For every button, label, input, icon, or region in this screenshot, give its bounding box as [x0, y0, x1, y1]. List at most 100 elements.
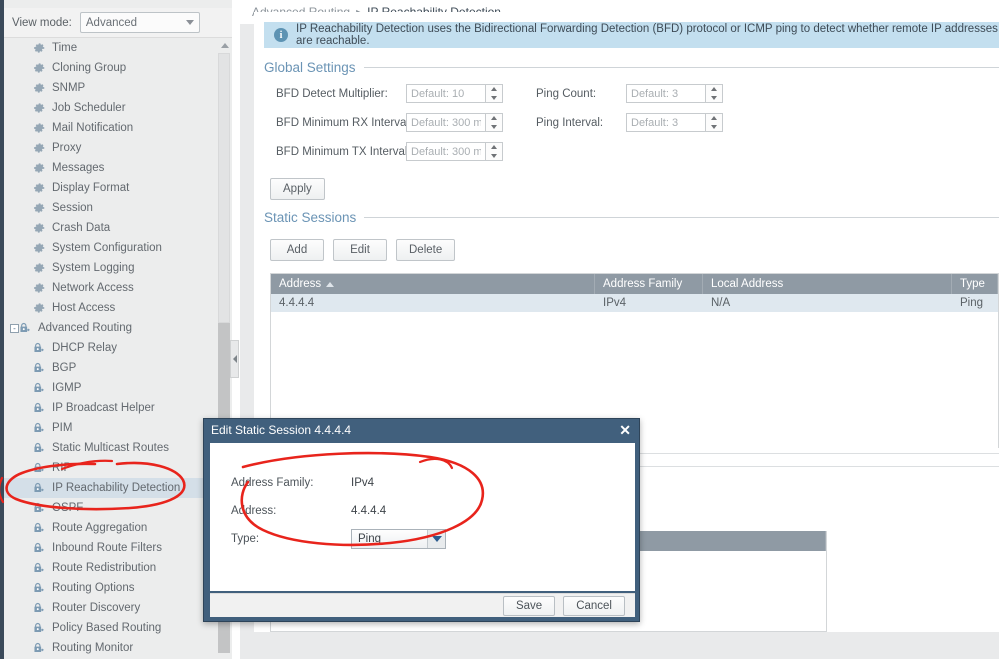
column-header-address[interactable]: Address: [271, 274, 595, 294]
gear-icon: [32, 301, 46, 315]
type-select-value: Ping: [358, 533, 382, 545]
sidebar-item-route-redistribution[interactable]: Route Redistribution: [4, 558, 218, 578]
bfd-min-rx-interval-input[interactable]: [407, 114, 485, 131]
gear-icon: [32, 121, 46, 135]
sidebar-scrollbar-thumb[interactable]: [218, 53, 230, 323]
sidebar-item-advanced-routing[interactable]: - Advanced Routing: [4, 318, 218, 338]
sidebar-item-crash-data[interactable]: Crash Data: [4, 218, 218, 238]
sidebar-item-ip-broadcast-helper[interactable]: IP Broadcast Helper: [4, 398, 218, 418]
sidebar-item-mail-notification[interactable]: Mail Notification: [4, 118, 218, 138]
sidebar-item-dhcp-relay[interactable]: DHCP Relay: [4, 338, 218, 358]
stepper-increment-icon[interactable]: [486, 114, 502, 123]
gear-icon: [32, 281, 46, 295]
view-mode-select[interactable]: Advanced: [79, 12, 200, 33]
bfd-detect-multiplier-input[interactable]: [407, 85, 485, 102]
cell-type: Ping: [960, 297, 984, 309]
stepper-decrement-icon[interactable]: [486, 152, 502, 161]
stepper-buttons[interactable]: [705, 85, 722, 102]
field-label: BFD Minimum TX Interval:: [276, 145, 411, 158]
cancel-button[interactable]: Cancel: [563, 595, 625, 616]
routing-icon: [32, 421, 46, 435]
sidebar-item-time[interactable]: Time: [4, 38, 218, 58]
sidebar-item-igmp[interactable]: IGMP: [4, 378, 218, 398]
sidebar-item-inbound-route-filters[interactable]: Inbound Route Filters: [4, 538, 218, 558]
bfd-detect-multiplier-stepper[interactable]: [406, 84, 503, 103]
field-label: BFD Minimum RX Interval:: [276, 116, 413, 129]
type-select[interactable]: Ping: [351, 529, 446, 549]
close-icon[interactable]: ✕: [619, 423, 631, 437]
stepper-increment-icon[interactable]: [486, 143, 502, 152]
sidebar-item-network-access[interactable]: Network Access: [4, 278, 218, 298]
sidebar-item-label: SNMP: [52, 82, 86, 94]
ping-interval-stepper[interactable]: [626, 113, 723, 132]
tree-collapse-toggle[interactable]: -: [10, 323, 19, 333]
field-bfd-detect-multiplier: BFD Detect Multiplier:: [276, 84, 526, 103]
field-ping-count: Ping Count:: [536, 84, 786, 103]
apply-button[interactable]: Apply: [270, 178, 325, 200]
field-ping-interval: Ping Interval:: [536, 113, 786, 132]
ping-count-input[interactable]: [627, 85, 705, 102]
ping-count-stepper[interactable]: [626, 84, 723, 103]
save-button[interactable]: Save: [502, 595, 556, 616]
delete-button[interactable]: Delete: [396, 239, 456, 261]
column-header-type[interactable]: Type: [952, 274, 998, 294]
routing-icon: [32, 341, 46, 355]
sidebar-item-static-multicast-routes[interactable]: Static Multicast Routes: [4, 438, 218, 458]
sidebar-item-label: Host Access: [52, 302, 116, 314]
stepper-buttons[interactable]: [485, 143, 502, 160]
gear-icon: [32, 141, 46, 155]
chevron-down-icon: [185, 20, 194, 25]
table-header-row: Address Address Family Local Address Typ…: [271, 274, 998, 294]
gear-icon: [32, 101, 46, 115]
column-header-address-family[interactable]: Address Family: [595, 274, 703, 294]
stepper-buttons[interactable]: [485, 85, 502, 102]
stepper-buttons[interactable]: [705, 114, 722, 131]
sidebar-item-host-access[interactable]: Host Access: [4, 298, 218, 318]
routing-icon: [32, 501, 46, 515]
sidebar-item-system-logging[interactable]: System Logging: [4, 258, 218, 278]
stepper-buttons[interactable]: [485, 114, 502, 131]
dialog-body: Address Family: IPv4 Address: 4.4.4.4 Ty…: [210, 443, 635, 591]
sidebar-item-rip[interactable]: RIP: [4, 458, 218, 478]
sidebar-item-session[interactable]: Session: [4, 198, 218, 218]
stepper-decrement-icon[interactable]: [706, 123, 722, 132]
scroll-up-arrow-icon[interactable]: [219, 40, 230, 51]
bfd-min-tx-interval-stepper[interactable]: [406, 142, 503, 161]
sidebar-item-ospf[interactable]: OSPF: [4, 498, 218, 518]
sidebar-nav-list: Time Cloning Group SNMP Job Scheduler Mail N…: [4, 38, 218, 659]
sidebar-item-ip-reachability-detection[interactable]: IP Reachability Detection: [4, 478, 218, 498]
table-row[interactable]: 4.4.4.4 IPv4 N/A Ping: [271, 294, 998, 312]
ping-interval-input[interactable]: [627, 114, 705, 131]
stepper-increment-icon[interactable]: [706, 114, 722, 123]
sidebar-item-policy-based-routing[interactable]: Policy Based Routing: [4, 618, 218, 638]
stepper-decrement-icon[interactable]: [486, 123, 502, 132]
sidebar-item-job-scheduler[interactable]: Job Scheduler: [4, 98, 218, 118]
sidebar-item-label: Router Discovery: [52, 602, 141, 614]
sidebar-item-routing-monitor[interactable]: Routing Monitor: [4, 638, 218, 658]
sidebar-item-router-discovery[interactable]: Router Discovery: [4, 598, 218, 618]
sidebar-item-routing-options[interactable]: Routing Options: [4, 578, 218, 598]
sidebar-item-route-aggregation[interactable]: Route Aggregation: [4, 518, 218, 538]
static-sessions-title: Static Sessions: [264, 210, 357, 225]
bfd-min-tx-interval-input[interactable]: [407, 143, 485, 160]
stepper-decrement-icon[interactable]: [706, 94, 722, 103]
sidebar-item-label: Messages: [52, 162, 105, 174]
chevron-down-icon[interactable]: [427, 530, 445, 548]
sidebar-item-system-configuration[interactable]: System Configuration: [4, 238, 218, 258]
stepper-increment-icon[interactable]: [486, 85, 502, 94]
sidebar-item-proxy[interactable]: Proxy: [4, 138, 218, 158]
sidebar-item-snmp[interactable]: SNMP: [4, 78, 218, 98]
sidebar-item-display-format[interactable]: Display Format: [4, 178, 218, 198]
info-banner: i IP Reachability Detection uses the Bid…: [264, 22, 999, 48]
bfd-min-rx-interval-stepper[interactable]: [406, 113, 503, 132]
stepper-increment-icon[interactable]: [706, 85, 722, 94]
add-button[interactable]: Add: [270, 239, 324, 261]
sidebar-item-cloning-group[interactable]: Cloning Group: [4, 58, 218, 78]
sidebar-item-pim[interactable]: PIM: [4, 418, 218, 438]
column-header-local-address[interactable]: Local Address: [703, 274, 952, 294]
sidebar-item-bgp[interactable]: BGP: [4, 358, 218, 378]
sidebar-item-messages[interactable]: Messages: [4, 158, 218, 178]
edit-button[interactable]: Edit: [333, 239, 387, 261]
stepper-decrement-icon[interactable]: [486, 94, 502, 103]
sidebar-collapse-handle[interactable]: [230, 340, 239, 378]
